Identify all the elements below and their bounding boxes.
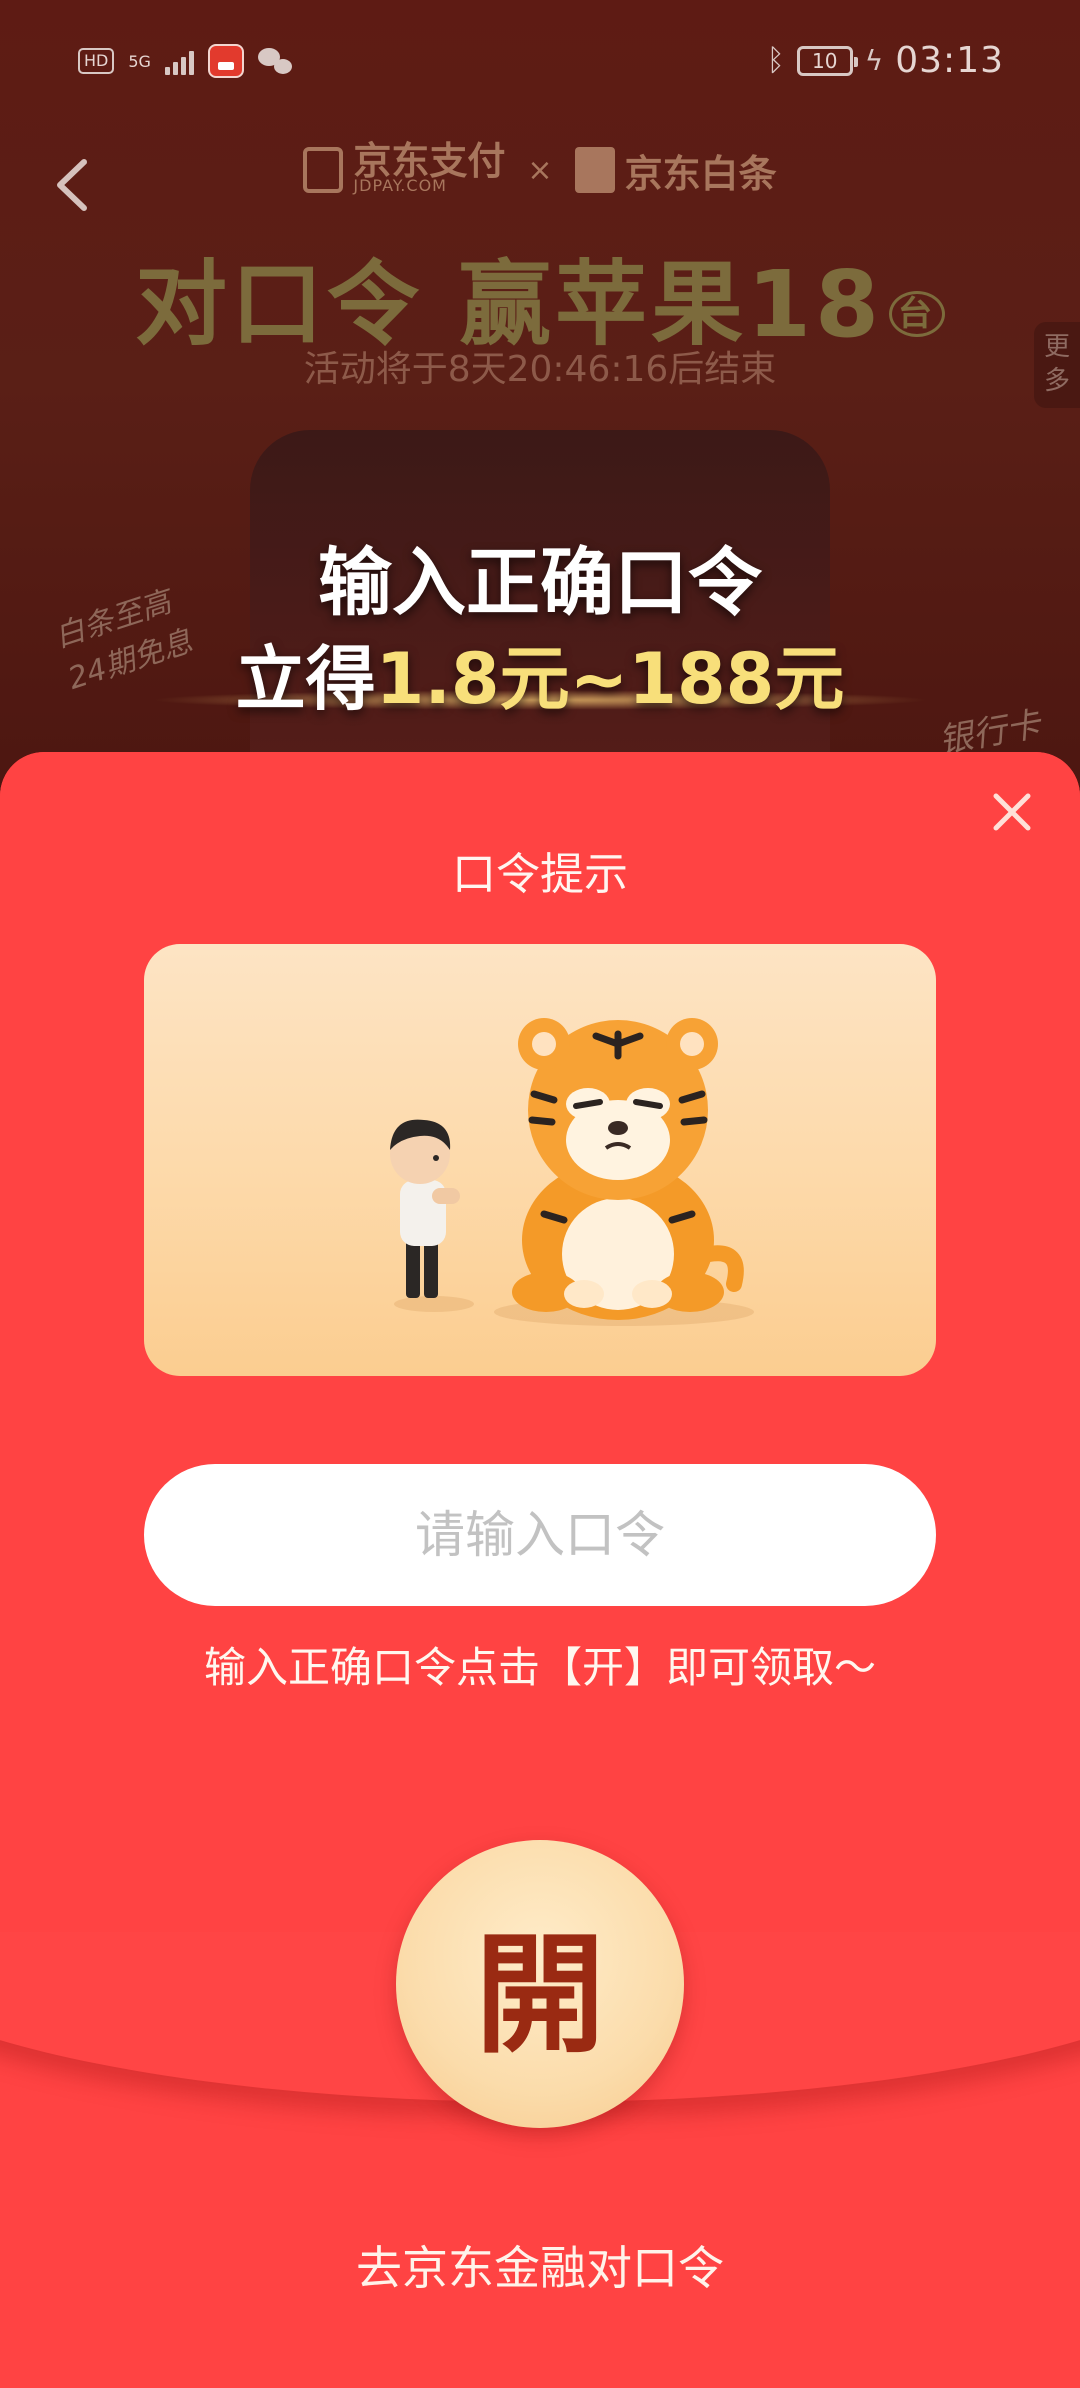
password-input[interactable] <box>144 1464 936 1606</box>
baitiao-mark-icon <box>574 147 615 193</box>
countdown: 活动将于8天20:46:16后结束 <box>303 349 777 390</box>
brand-separator: × <box>527 152 553 188</box>
screen: HD 5G ᛒ 10 ϟ 03:13 京东支付 JDPAY.COM × 京东白条… <box>0 0 1080 2388</box>
battery-icon: 10 <box>796 45 858 76</box>
open-button[interactable]: 開 <box>396 1840 684 2128</box>
boy-and-tiger-illustration <box>390 1018 754 1326</box>
tiger-figure <box>512 1018 744 1320</box>
network-type: 5G <box>128 51 151 71</box>
baitiao-brand: 京东白条 <box>624 151 777 196</box>
modal-title: 口令提示 <box>452 849 628 900</box>
jd-finance-link[interactable]: 去京东金融对口令 <box>0 2232 1080 2298</box>
title-badge: 台 <box>889 291 946 338</box>
status-right: ᛒ 10 ϟ 03:13 <box>767 40 1004 81</box>
input-tip: 输入正确口令点击【开】即可领取～ <box>203 1643 876 1692</box>
status-left: HD 5G <box>78 44 292 78</box>
jdpay-brand: 京东支付 <box>353 139 506 183</box>
charging-icon: ϟ <box>864 44 884 77</box>
red-envelope-modal: 口令提示 请输入口令 输入正确口令点击【开】即可领取～ 開 去京东金融对口令 <box>0 752 1080 2388</box>
network-badge: HD <box>78 48 115 74</box>
baitiao-logo: 京东白条 <box>574 143 777 198</box>
status-bar: HD 5G ᛒ 10 ϟ 03:13 <box>0 0 1080 130</box>
brand-row: 京东支付 JDPAY.COM × 京东白条 <box>0 140 1080 200</box>
boy-figure <box>390 1119 460 1298</box>
close-button[interactable] <box>982 782 1042 842</box>
jdpay-subtext: JDPAY.COM <box>353 176 447 195</box>
wechat-icon <box>257 48 292 74</box>
promo-line2: 立得1.8元~188元 <box>235 638 845 720</box>
close-icon <box>993 793 1031 831</box>
jdpay-mark-icon <box>303 147 344 193</box>
promo-text: 输入正确口令 立得1.8元~188元 <box>0 535 1080 727</box>
promo-amount: 1.8元~188元 <box>375 638 845 720</box>
more-tab[interactable]: 更多 <box>1034 322 1080 408</box>
open-button-label: 開 <box>474 1918 605 2071</box>
promo-line1: 输入正确口令 <box>318 540 762 626</box>
bluetooth-icon: ᛒ <box>766 43 785 78</box>
hint-illustration <box>144 944 936 1376</box>
jdpay-app-icon <box>207 44 244 78</box>
clock: 03:13 <box>895 40 1004 81</box>
signal-icon <box>164 47 194 75</box>
jdpay-logo: 京东支付 JDPAY.COM <box>303 139 506 195</box>
